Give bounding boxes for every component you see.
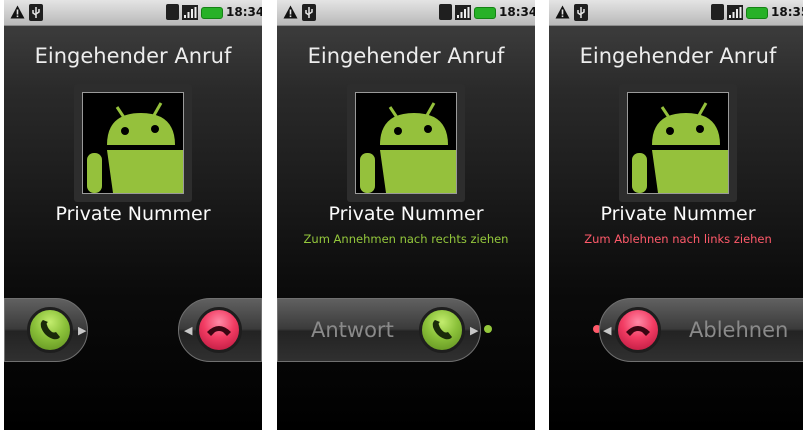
phone-screen-answering: 18:34 Eingehender Anruf Private Nummer Z…: [277, 0, 535, 430]
answer-button[interactable]: [419, 307, 465, 353]
status-time: 18:34: [226, 5, 262, 19]
usb-icon: [302, 4, 316, 21]
usb-icon: [29, 4, 43, 21]
answer-button[interactable]: [27, 307, 73, 353]
incoming-call-title: Eingehender Anruf: [307, 44, 505, 68]
incoming-call-title: Eingehender Anruf: [34, 44, 232, 68]
decline-button[interactable]: [196, 307, 242, 353]
contact-photo: [74, 84, 192, 202]
decline-slider-tab[interactable]: ◀ Ablehnen: [599, 298, 803, 362]
right-arrow-icon: ▶: [78, 324, 87, 337]
warning-icon: [283, 5, 298, 19]
status-time: 18:34: [499, 5, 535, 19]
android-robot-icon: [632, 102, 728, 193]
status-time: 18:35: [771, 5, 803, 19]
left-arrow-icon: ◀: [184, 324, 193, 337]
right-arrow-icon: ▶: [470, 324, 479, 337]
android-robot-icon: [360, 102, 456, 193]
incoming-call-title: Eingehender Anruf: [579, 44, 777, 68]
decline-label: Ablehnen: [689, 318, 789, 342]
signal-icon: [727, 5, 743, 20]
phone-handset-icon: [432, 320, 452, 340]
answer-target-dot: [484, 325, 492, 333]
caller-name: Private Nummer: [328, 203, 484, 225]
status-bar: 18:35: [549, 0, 803, 26]
contact-photo: [619, 84, 737, 202]
usb-icon: [574, 4, 588, 21]
phone-hangup-icon: [207, 326, 231, 336]
answer-slider-tab[interactable]: Antwort ▶: [277, 298, 481, 362]
answer-label: Antwort: [311, 318, 394, 342]
battery-icon: [746, 7, 768, 19]
contact-photo: [347, 84, 465, 202]
answer-hint: Zum Annehmen nach rechts ziehen: [303, 232, 509, 246]
decline-button[interactable]: [615, 307, 661, 353]
decline-slider-tab[interactable]: ◀: [178, 298, 262, 362]
android-robot-icon: [87, 102, 183, 193]
status-bar: 18:34: [4, 0, 262, 26]
warning-icon: [10, 5, 25, 19]
signal-icon: [182, 5, 198, 20]
left-arrow-icon: ◀: [603, 324, 612, 337]
phone-hangup-icon: [626, 326, 650, 336]
warning-icon: [555, 5, 570, 19]
battery-icon: [201, 7, 223, 19]
3g-icon: [166, 4, 179, 20]
phone-screen-declining: 18:35 Eingehender Anruf Private Nummer Z…: [549, 0, 803, 430]
3g-icon: [711, 4, 724, 20]
phone-handset-icon: [40, 320, 60, 340]
answer-slider-tab[interactable]: ▶: [4, 298, 88, 362]
battery-icon: [474, 7, 496, 19]
caller-name: Private Nummer: [55, 203, 211, 225]
signal-icon: [455, 5, 471, 20]
decline-hint: Zum Ablehnen nach links ziehen: [584, 232, 772, 246]
caller-name: Private Nummer: [600, 203, 756, 225]
phone-screen-idle: 18:34 Eingehender Anruf Private Nummer ▶…: [4, 0, 262, 430]
3g-icon: [439, 4, 452, 20]
status-bar: 18:34: [277, 0, 535, 26]
